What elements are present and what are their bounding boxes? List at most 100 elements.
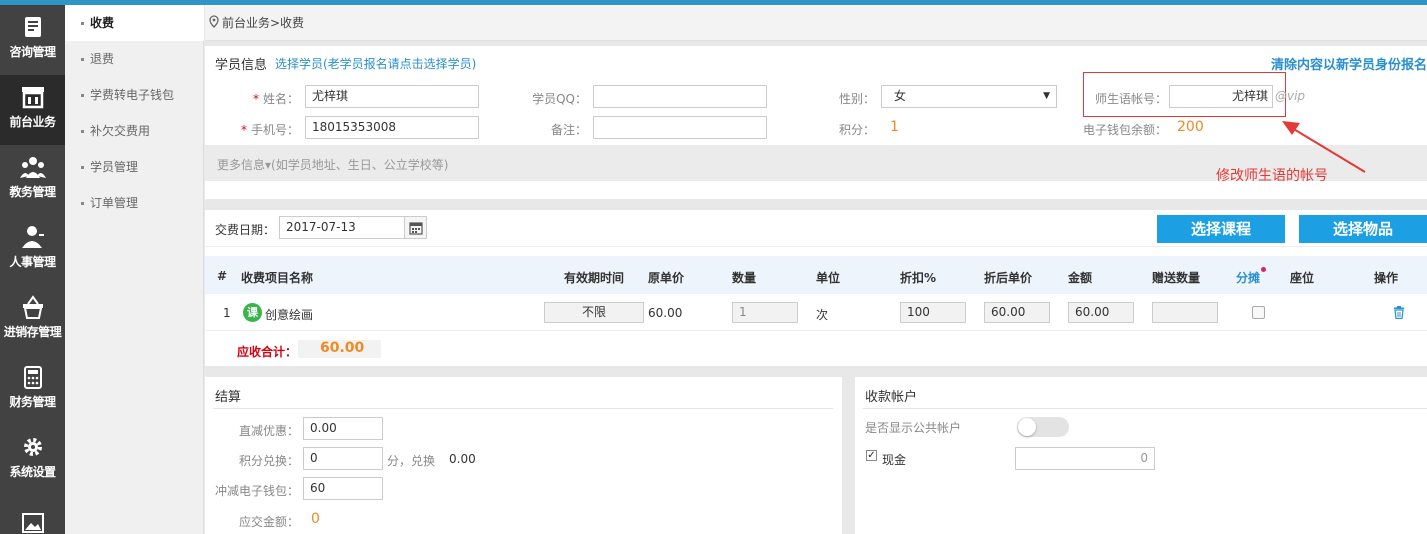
name-input[interactable]: 尤梓琪 <box>305 85 479 108</box>
direct-discount-input[interactable]: 0.00 <box>303 417 383 440</box>
select-course-button[interactable]: 选择课程 <box>1157 215 1285 243</box>
split-dot-icon <box>1261 267 1266 272</box>
left-nav: 咨询管理 前台业务 教务管理 人事管理 进销存管理 财务管理 系统设置 <box>0 5 65 534</box>
gear-icon <box>0 433 65 461</box>
cash-checkbox[interactable]: ✓ <box>866 450 877 461</box>
row-course-name[interactable]: 创意绘画 <box>265 306 313 323</box>
image-icon <box>0 509 65 534</box>
nav-label: 财务管理 <box>9 395 56 409</box>
dropdown-arrow-icon: ▼ <box>1043 91 1050 101</box>
row-validity[interactable]: 不限 <box>544 302 644 323</box>
th-name: 收费项目名称 <box>241 271 314 285</box>
submenu-item-refund[interactable]: 退费 <box>65 41 204 77</box>
wallet-label: 电子钱包余额： <box>1082 123 1167 137</box>
phone-label: * 手机号： <box>240 123 299 137</box>
th-validity: 有效期时间 <box>564 271 625 285</box>
person-icon <box>0 223 65 251</box>
cash-amount-input[interactable]: 0 <box>1015 447 1155 470</box>
nav-item-gallery[interactable] <box>0 495 65 534</box>
th-price: 原单价 <box>648 271 685 285</box>
submenu-item-arrears[interactable]: 补欠交费用 <box>65 113 204 149</box>
nav-item-finance[interactable]: 财务管理 <box>0 355 65 425</box>
account-suffix: @vip <box>1275 89 1306 103</box>
calculator-icon <box>0 363 65 391</box>
th-seat: 座位 <box>1290 271 1315 285</box>
basket-icon <box>0 293 65 321</box>
clear-content-link[interactable]: 清除内容以新学员身份报名 <box>1271 54 1427 73</box>
nav-item-frontdesk[interactable]: 前台业务 <box>0 75 65 145</box>
row-qty-input[interactable]: 1 <box>732 302 798 323</box>
settlement-title: 结算 <box>215 390 242 405</box>
nav-item-hr[interactable]: 人事管理 <box>0 215 65 285</box>
row-price: 60.00 <box>648 306 683 320</box>
nav-item-consult[interactable]: 咨询管理 <box>0 5 65 75</box>
row-gift-input[interactable] <box>1152 302 1218 323</box>
account-label: 师生语帐号： <box>1094 92 1167 106</box>
gender-label: 性别： <box>838 92 875 106</box>
receipt-account-panel: 收款帐户 是否显示公共帐户 ✓ 现金 0 <box>855 377 1427 534</box>
row-amount-input[interactable]: 60.00 <box>1068 302 1134 323</box>
nav-label: 前台业务 <box>9 115 56 129</box>
nav-item-inventory[interactable]: 进销存管理 <box>0 285 65 355</box>
submenu-item-orders[interactable]: 订单管理 <box>65 185 204 221</box>
breadcrumb-text: 前台业务>收费 <box>222 16 305 30</box>
receipt-account-title: 收款帐户 <box>865 390 918 405</box>
annotation-text: 修改师生语的帐号 <box>1216 168 1328 184</box>
th-discount: 折扣% <box>900 271 937 285</box>
student-info-panel: 学员信息 选择学员(老学员报名请点击选择学员) 清除内容以新学员身份报名 * 姓名… <box>205 46 1427 181</box>
th-unit: 单位 <box>816 271 841 285</box>
select-item-button[interactable]: 选择物品 <box>1299 215 1427 243</box>
divider <box>213 408 833 409</box>
sub-menu: 收费 退费 学费转电子钱包 补欠交费用 学员管理 订单管理 <box>65 5 204 534</box>
row-discount-input[interactable]: 100 <box>900 302 966 323</box>
submenu-item-charge[interactable]: 收费 <box>65 5 204 41</box>
nav-label: 系统设置 <box>9 465 56 479</box>
location-pin-icon <box>209 6 219 42</box>
row-unit: 次 <box>816 308 829 322</box>
breadcrumb: 前台业务>收费 <box>205 5 1427 41</box>
account-input[interactable]: 尤梓琪 <box>1169 85 1273 108</box>
nav-label: 进销存管理 <box>3 325 62 339</box>
th-amount: 金额 <box>1068 271 1093 285</box>
points-exchange-label: 积分兑换： <box>238 454 299 468</box>
due-amount-label: 应交金额： <box>238 515 299 529</box>
submenu-item-students[interactable]: 学员管理 <box>65 149 204 185</box>
show-public-label: 是否显示公共帐户 <box>865 421 962 435</box>
th-qty: 数量 <box>732 271 757 285</box>
phone-input[interactable]: 18015353008 <box>305 116 479 139</box>
select-student-link[interactable]: 选择学员(老学员报名请点击选择学员) <box>275 55 476 72</box>
gender-select[interactable]: 女 ▼ <box>881 85 1057 108</box>
th-gift: 赠送数量 <box>1152 271 1201 285</box>
nav-item-settings[interactable]: 系统设置 <box>0 425 65 495</box>
nav-item-academic[interactable]: 教务管理 <box>0 145 65 215</box>
th-index: # <box>217 269 228 283</box>
show-public-toggle[interactable] <box>1017 417 1069 437</box>
delete-icon[interactable] <box>1393 306 1405 322</box>
storefront-icon <box>0 83 65 111</box>
wallet-deduct-label: 冲减电子钱包： <box>214 484 299 498</box>
submenu-item-tuition-to-wallet[interactable]: 学费转电子钱包 <box>65 77 204 113</box>
wallet-value: 200 <box>1177 119 1204 135</box>
row-split-checkbox[interactable] <box>1252 306 1265 319</box>
points-value: 1 <box>890 119 899 135</box>
remark-label: 备注： <box>550 123 587 137</box>
wallet-deduct-input[interactable]: 60 <box>303 477 383 500</box>
total-value: 60.00 <box>320 340 365 356</box>
nav-label: 教务管理 <box>9 185 56 199</box>
qq-input[interactable] <box>593 85 767 108</box>
fee-panel: 交费日期： 2017-07-13 选择课程 选择物品 # 收费项目名称 有效期时… <box>205 210 1427 366</box>
consult-icon <box>0 13 65 41</box>
pay-date-label: 交费日期： <box>215 223 276 237</box>
row-discount-price-input[interactable]: 60.00 <box>984 302 1050 323</box>
more-info-link[interactable]: 更多信息▾(如学员地址、生日、公立学校等) <box>217 156 448 173</box>
points-exchange-value: 0.00 <box>449 452 476 466</box>
student-section-title: 学员信息 <box>215 58 268 73</box>
settlement-panel: 结算 直减优惠： 0.00 积分兑换： 0 分，兑换 0.00 冲减电子钱包： … <box>205 377 842 534</box>
remark-input[interactable] <box>593 116 767 139</box>
th-action: 操作 <box>1374 271 1399 285</box>
calendar-icon[interactable] <box>404 216 427 239</box>
th-split[interactable]: 分摊 <box>1236 269 1260 286</box>
points-exchange-input[interactable]: 0 <box>303 447 383 470</box>
points-label: 积分： <box>838 123 875 137</box>
name-label: * 姓名： <box>252 92 299 106</box>
